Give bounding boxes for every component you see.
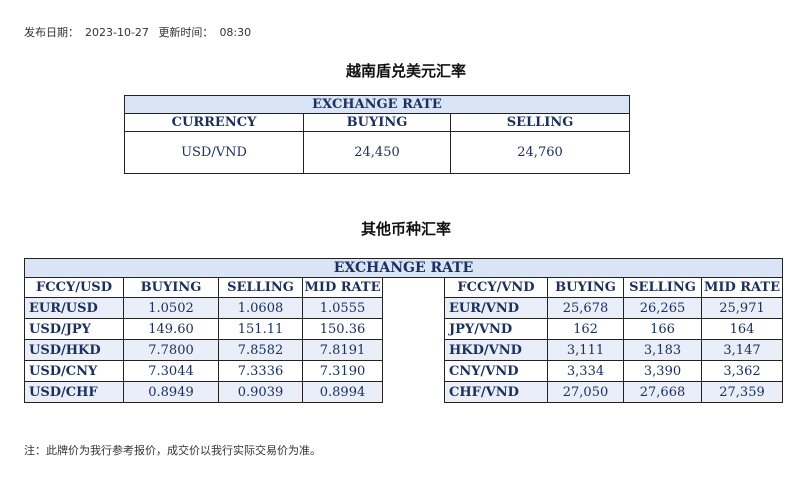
currency-pair: JPY/VND [444, 318, 548, 340]
other-currencies-rate-table: EXCHANGE RATE FCCY/USD BUYING SELLING MI… [23, 258, 784, 403]
selling-rate: 7.3336 [218, 360, 303, 382]
column-header-currency: CURRENCY [124, 113, 304, 132]
buying-rate: 27,050 [547, 381, 624, 403]
buying-rate: 3,111 [547, 339, 624, 361]
column-header-mid-rate: MID RATE [700, 277, 784, 298]
buying-rate: 1.0502 [123, 297, 219, 319]
column-header-selling: SELLING [218, 277, 303, 298]
column-gap [382, 297, 445, 319]
column-gap [382, 360, 445, 382]
table-row: USD/VND 24,450 24,760 [124, 131, 631, 174]
selling-rate: 0.9039 [218, 381, 303, 403]
mid-rate: 27,359 [700, 381, 784, 403]
publish-date: 2023-10-27 [85, 26, 149, 39]
selling-rate: 1.0608 [218, 297, 303, 319]
column-header-buying: BUYING [547, 277, 624, 298]
selling-rate: 24,760 [449, 131, 631, 174]
publish-label: 发布日期： [24, 26, 79, 39]
table-row: USD/HKD 7.7800 7.8582 7.8191 HKD/VND 3,1… [24, 339, 784, 361]
buying-rate: 25,678 [547, 297, 624, 319]
mid-rate: 7.8191 [302, 339, 383, 361]
currency-pair: USD/CHF [24, 381, 124, 403]
currency-pair: USD/JPY [24, 318, 124, 340]
buying-rate: 149.60 [123, 318, 219, 340]
currency-pair: EUR/VND [444, 297, 548, 319]
table-row: EUR/USD 1.0502 1.0608 1.0555 EUR/VND 25,… [24, 297, 784, 319]
usd-vnd-title: 越南盾兑美元汇率 [345, 62, 466, 80]
selling-rate: 27,668 [623, 381, 702, 403]
column-header-selling: SELLING [449, 113, 631, 132]
update-time: 08:30 [219, 26, 252, 39]
column-gap [382, 318, 445, 340]
column-header-buying: BUYING [303, 113, 451, 132]
column-header-fccy-vnd: FCCY/VND [444, 277, 548, 298]
currency-pair: USD/CNY [24, 360, 124, 382]
disclaimer-note: 注：此牌价为我行参考报价，成交价以我行实际交易价为准。 [24, 444, 321, 457]
currency-pair: CNY/VND [444, 360, 548, 382]
currency-pair: EUR/USD [24, 297, 124, 319]
mid-rate: 3,362 [700, 360, 784, 382]
table-header: EXCHANGE RATE [123, 95, 631, 114]
currency-pair: USD/HKD [24, 339, 124, 361]
mid-rate: 164 [700, 318, 784, 340]
column-header-buying: BUYING [123, 277, 219, 298]
mid-rate: 7.3190 [302, 360, 383, 382]
currency-pair: HKD/VND [444, 339, 548, 361]
selling-rate: 26,265 [623, 297, 702, 319]
table-header: EXCHANGE RATE [23, 258, 784, 278]
column-header-selling: SELLING [623, 277, 702, 298]
column-header-mid-rate: MID RATE [302, 277, 383, 298]
mid-rate: 3,147 [700, 339, 784, 361]
mid-rate: 25,971 [700, 297, 784, 319]
buying-rate: 24,450 [303, 131, 451, 174]
column-header-fccy-usd: FCCY/USD [24, 277, 124, 298]
buying-rate: 162 [547, 318, 624, 340]
mid-rate: 150.36 [302, 318, 383, 340]
selling-rate: 166 [623, 318, 702, 340]
selling-rate: 3,390 [623, 360, 702, 382]
column-gap [382, 381, 445, 403]
mid-rate: 1.0555 [302, 297, 383, 319]
selling-rate: 7.8582 [218, 339, 303, 361]
selling-rate: 151.11 [218, 318, 303, 340]
table-row: USD/CNY 7.3044 7.3336 7.3190 CNY/VND 3,3… [24, 360, 784, 382]
column-gap [382, 339, 445, 361]
column-gap [382, 277, 445, 298]
mid-rate: 0.8994 [302, 381, 383, 403]
buying-rate: 3,334 [547, 360, 624, 382]
other-currencies-title: 其他币种汇率 [360, 220, 451, 238]
selling-rate: 3,183 [623, 339, 702, 361]
buying-rate: 7.3044 [123, 360, 219, 382]
currency-pair: USD/VND [124, 131, 304, 174]
table-row: USD/JPY 149.60 151.11 150.36 JPY/VND 162… [24, 318, 784, 340]
buying-rate: 7.7800 [123, 339, 219, 361]
currency-pair: CHF/VND [444, 381, 548, 403]
buying-rate: 0.8949 [123, 381, 219, 403]
update-label: 更新时间： [158, 26, 214, 39]
publish-info: 发布日期： 2023-10-27 更新时间： 08:30 [24, 24, 257, 40]
table-row: USD/CHF 0.8949 0.9039 0.8994 CHF/VND 27,… [24, 381, 784, 403]
usd-vnd-rate-table: EXCHANGE RATE CURRENCY BUYING SELLING US… [123, 95, 631, 174]
